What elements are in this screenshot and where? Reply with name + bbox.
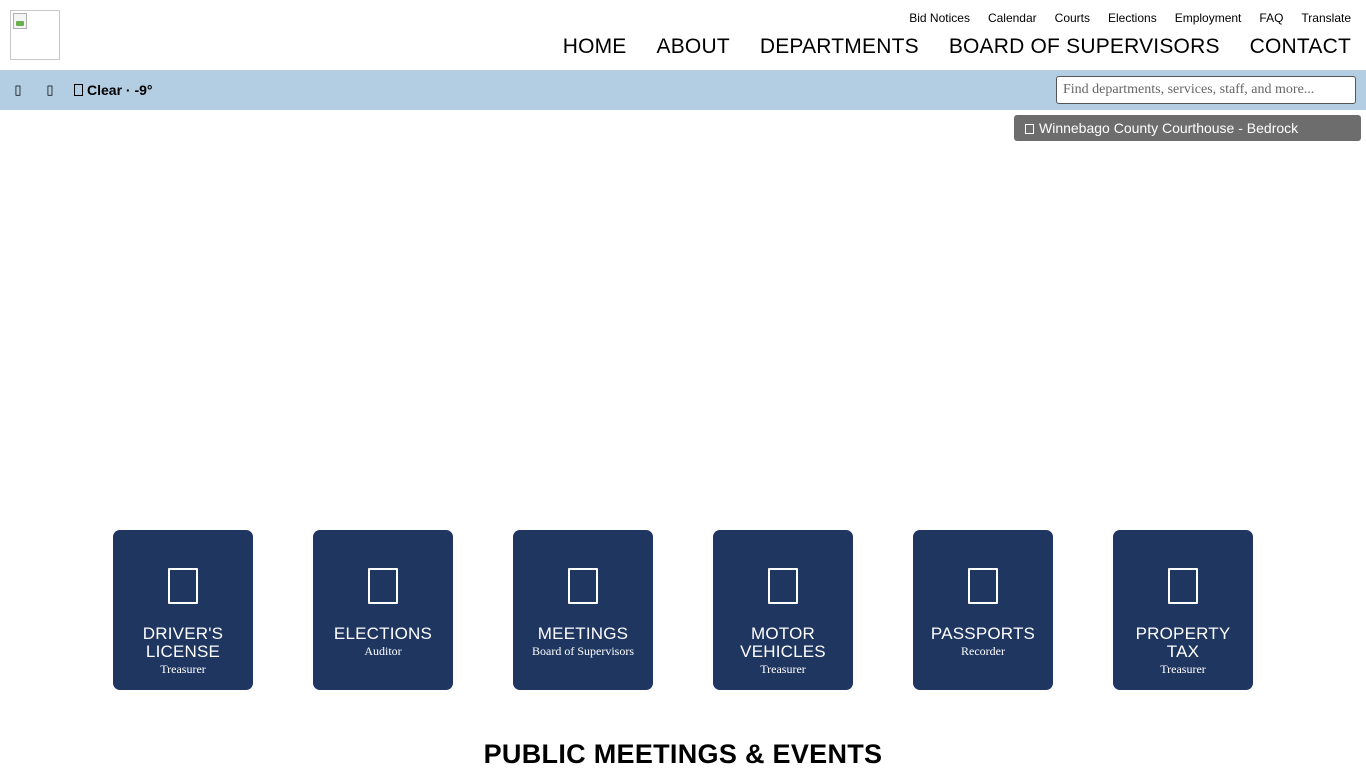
tile-label-line: MOTOR [751,624,815,643]
tile-department: Treasurer [760,662,806,676]
nav-departments[interactable]: DEPARTMENTS [760,34,919,60]
utility-link-calendar[interactable]: Calendar [988,10,1037,26]
nav-home[interactable]: HOME [563,34,627,60]
utility-link-employment[interactable]: Employment [1175,10,1242,26]
camera-icon [1025,124,1034,134]
utility-link-translate[interactable]: Translate [1301,10,1351,26]
tile-drivers-license[interactable]: DRIVER'S LICENSE Treasurer [113,530,253,690]
utility-link-bid-notices[interactable]: Bid Notices [909,10,970,26]
search-input[interactable] [1056,76,1356,104]
tile-passports[interactable]: PASSPORTS Recorder [913,530,1053,690]
passport-icon [968,568,998,604]
photo-credit[interactable]: Winnebago County Courthouse - Bedrock Pr… [1014,115,1361,162]
photo-credit-text: Winnebago County Courthouse - Bedrock Pr… [1025,120,1299,162]
tile-department: Treasurer [1160,662,1206,676]
facebook-icon[interactable]: ▯ [9,80,27,100]
quick-links: DRIVER'S LICENSE Treasurer ELECTIONS Aud… [113,530,1253,690]
tile-label-line: PASSPORTS [930,624,1036,643]
utility-nav: Bid Notices Calendar Courts Elections Em… [891,10,1351,26]
weather-icon [74,84,83,96]
nav-contact[interactable]: CONTACT [1250,34,1351,60]
accessibility-icon[interactable]: ▯ [41,80,59,100]
house-icon [1168,568,1198,604]
tile-department: Treasurer [160,662,206,676]
nav-about[interactable]: ABOUT [657,34,730,60]
weather-text: Clear · -9° [87,82,153,98]
utility-link-courts[interactable]: Courts [1055,10,1090,26]
tile-department: Board of Supervisors [532,644,634,658]
main-nav: HOME ABOUT DEPARTMENTS BOARD OF SUPERVIS… [533,34,1351,60]
tile-label-line: TAX [1166,642,1200,661]
ballot-icon [368,568,398,604]
tile-meetings[interactable]: MEETINGS Board of Supervisors [513,530,653,690]
tile-label-line: ELECTIONS [333,624,433,643]
tile-label-line: MEETINGS [537,624,629,643]
tile-property-tax[interactable]: PROPERTY TAX Treasurer [1113,530,1253,690]
section-title: PUBLIC MEETINGS & EVENTS [483,739,883,768]
tile-department: Auditor [364,644,402,658]
county-logo[interactable] [10,10,60,60]
id-card-icon [168,568,198,604]
car-icon [768,568,798,604]
broken-image-icon [13,13,27,29]
nav-board-of-supervisors[interactable]: BOARD OF SUPERVISORS [949,34,1220,60]
tile-label-line: VEHICLES [740,642,826,661]
weather-widget[interactable]: Clear · -9° [74,80,153,100]
utility-link-faq[interactable]: FAQ [1259,10,1283,26]
tile-department: Recorder [961,644,1005,658]
utility-link-elections[interactable]: Elections [1108,10,1157,26]
tile-label-line: DRIVER'S [142,624,224,643]
tile-elections[interactable]: ELECTIONS Auditor [313,530,453,690]
meeting-icon [568,568,598,604]
tile-motor-vehicles[interactable]: MOTOR VEHICLES Treasurer [713,530,853,690]
tile-label-line: PROPERTY [1135,624,1231,643]
tile-label-line: LICENSE [145,642,221,661]
